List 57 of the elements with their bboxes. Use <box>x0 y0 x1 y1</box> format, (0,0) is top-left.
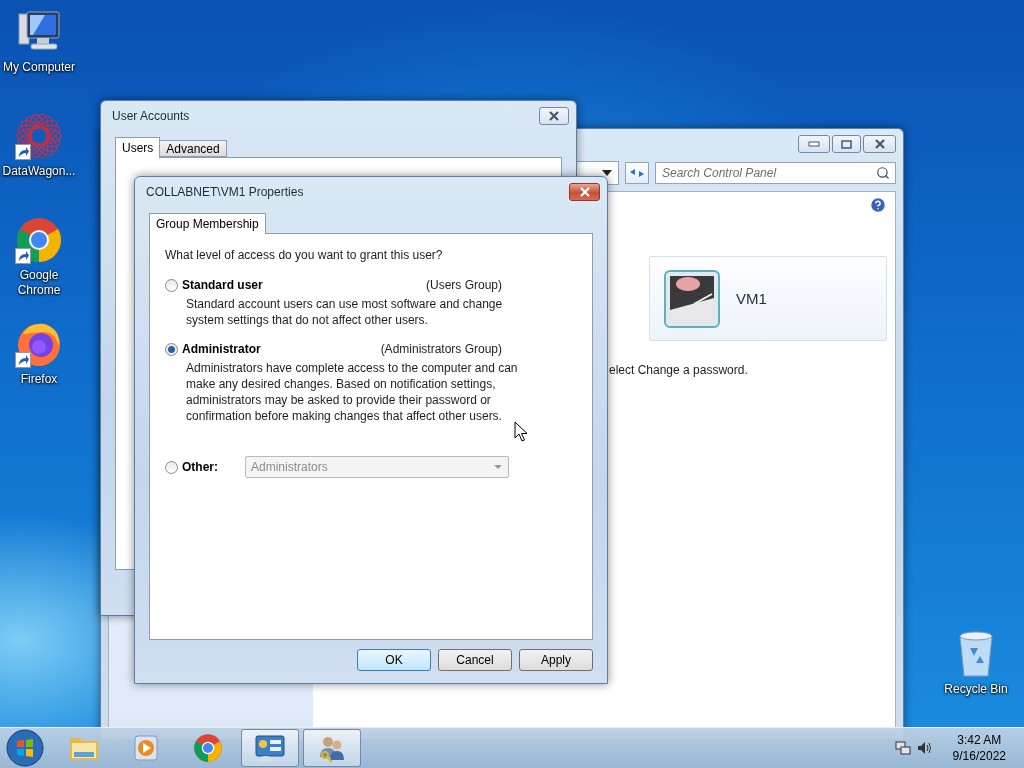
starburst-icon[interactable] <box>15 112 63 160</box>
tab[interactable]: Advanced <box>159 140 227 157</box>
tab[interactable]: Users <box>115 137 161 158</box>
close-icon <box>873 139 886 149</box>
close-icon <box>578 187 591 197</box>
radio-option[interactable]: Standard user <box>165 278 263 292</box>
caret-icon <box>600 168 614 178</box>
option-description: Standard account users can use most software and change system settings that do not affect other users. <box>186 296 504 328</box>
hint-text: elect Change a password. <box>609 363 748 377</box>
close-icon <box>548 111 560 121</box>
desktop-icon-label[interactable]: Firefox <box>1 372 77 387</box>
taskbar-button[interactable] <box>303 729 361 767</box>
help-icon[interactable] <box>869 196 887 214</box>
desktop-icon-label[interactable]: DataWagon... <box>1 164 77 179</box>
group-name: (Administrators Group) <box>380 342 502 356</box>
dialog-button[interactable]: Cancel <box>438 649 512 671</box>
maximize-button[interactable] <box>832 135 861 153</box>
refresh-arrows-icon <box>629 166 645 180</box>
search-icon <box>876 166 890 180</box>
group-name: (Users Group) <box>426 278 502 292</box>
taskbar-button[interactable] <box>241 729 299 767</box>
turntable-icon <box>664 269 720 328</box>
dialog-button[interactable]: OK <box>357 649 431 671</box>
desktop-icon-label[interactable]: My Computer <box>1 60 77 75</box>
start-button[interactable] <box>5 728 45 768</box>
clock-time: 3:42 AM <box>957 732 1002 748</box>
search-field[interactable]: Search Control Panel <box>655 162 896 184</box>
window-title: User Accounts <box>111 109 190 123</box>
speaker-icon[interactable] <box>916 740 933 756</box>
refresh-button[interactable] <box>625 162 649 184</box>
question-text: What level of access do you want to grant this user? <box>165 248 444 262</box>
control-panel-icon <box>254 733 286 763</box>
option-description: Administrators have complete access to the computer and can make any desired changes. Based on notification settings, administrators may be asked to provide their password or confirmation before making changes that affect other users. <box>186 360 518 424</box>
mouse-pointer-icon <box>514 421 528 443</box>
desktop-icon-label[interactable]: Recycle Bin <box>938 682 1014 697</box>
caret-icon <box>493 464 503 470</box>
media-player-icon <box>132 733 160 763</box>
radio-button[interactable] <box>165 278 178 292</box>
clock[interactable]: 3:42 AM 9/16/2022 <box>952 732 1006 764</box>
chrome-icon <box>193 733 223 763</box>
minimize-icon <box>808 141 820 147</box>
close-button[interactable] <box>539 107 569 125</box>
close-button[interactable] <box>863 135 896 153</box>
user-name: VM1 <box>736 290 767 307</box>
dialog-button[interactable]: Apply <box>519 649 593 671</box>
tab[interactable]: Group Membership <box>149 213 266 234</box>
desktop-icon-label[interactable]: Google Chrome <box>1 268 77 298</box>
windows-logo-icon <box>6 729 44 767</box>
dialog-title: COLLABNET\VM1 Properties <box>145 185 304 199</box>
network-icon[interactable] <box>894 740 911 756</box>
maximize-icon <box>841 139 852 149</box>
clock-date: 9/16/2022 <box>952 748 1006 764</box>
recycle-bin-icon[interactable] <box>956 630 996 678</box>
radio-button[interactable] <box>165 342 178 356</box>
close-button[interactable] <box>569 183 600 201</box>
radio-option[interactable]: Administrator <box>165 342 261 356</box>
minimize-button[interactable] <box>798 135 830 153</box>
